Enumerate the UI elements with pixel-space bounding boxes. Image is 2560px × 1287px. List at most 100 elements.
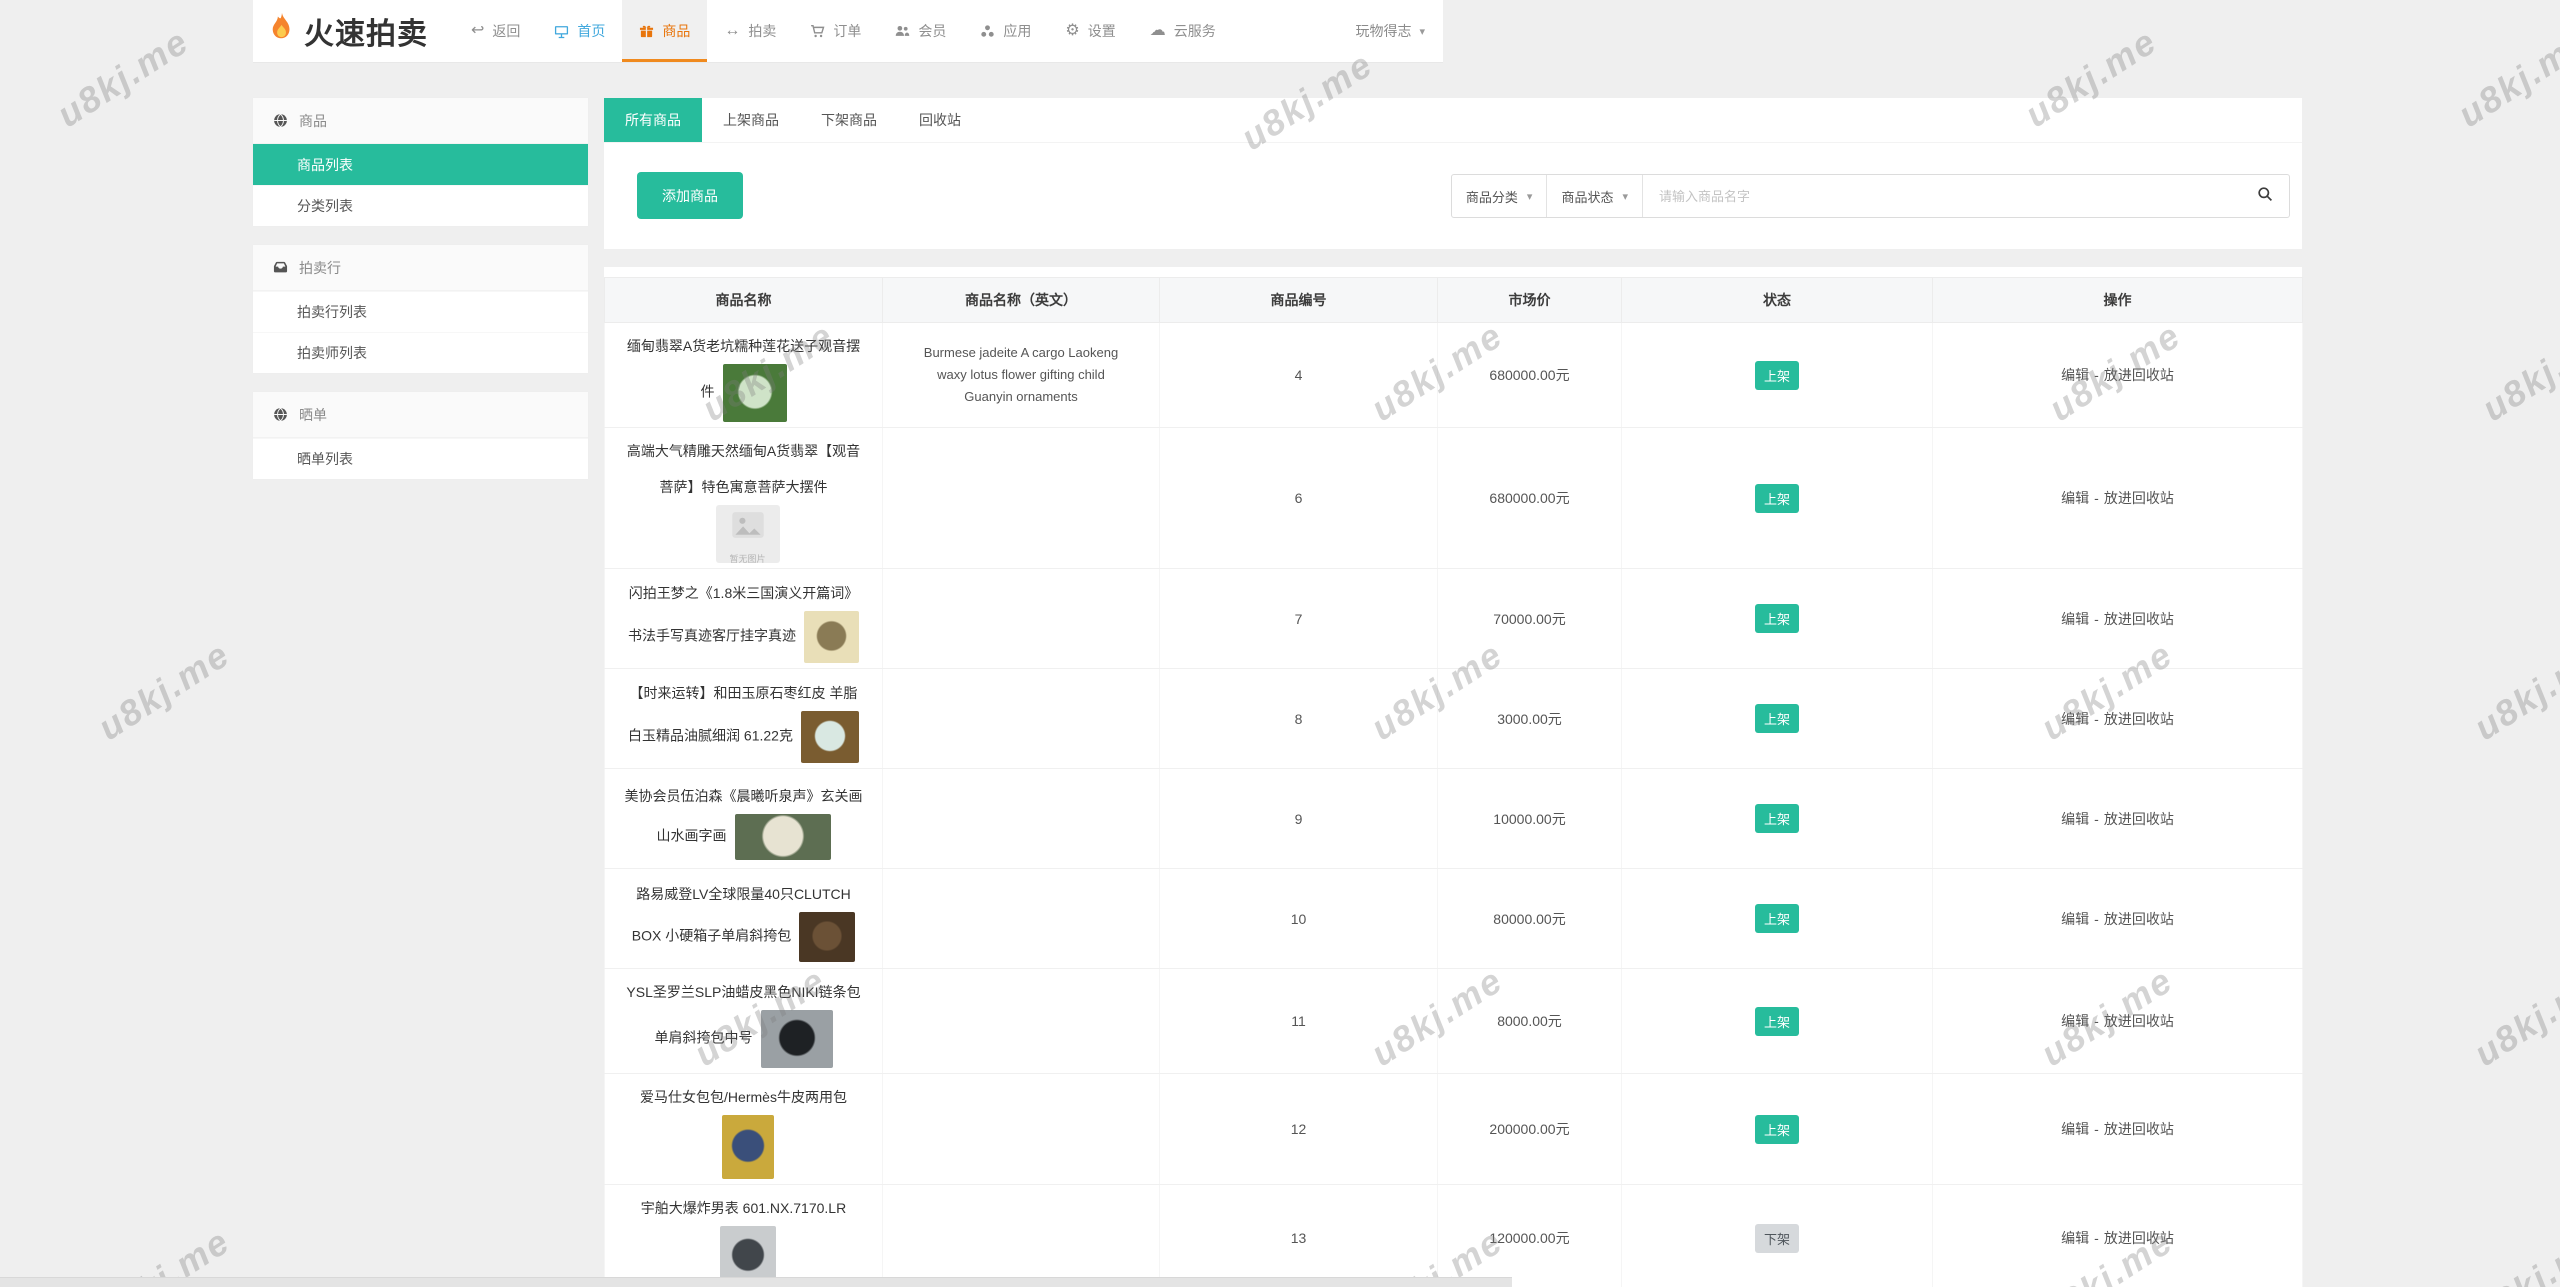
watermark-text: u8kj.me bbox=[90, 633, 238, 749]
product-image[interactable] bbox=[734, 813, 831, 860]
product-image[interactable] bbox=[804, 610, 859, 663]
edit-link[interactable]: 编辑 bbox=[2061, 490, 2089, 506]
tab-on-sale[interactable]: 上架商品 bbox=[702, 98, 800, 142]
market-price: 680000.00元 bbox=[1437, 427, 1622, 569]
edit-link[interactable]: 编辑 bbox=[2061, 611, 2089, 627]
row-actions: 编辑 - 放进回收站 bbox=[1932, 322, 2303, 428]
nav-item-orders[interactable]: 订单 bbox=[793, 0, 878, 62]
tab-all[interactable]: 所有商品 bbox=[604, 98, 702, 142]
table-row: 【时来运转】和田玉原石枣红皮 羊脂白玉精品油腻细润 61.22克 8 3000.00… bbox=[604, 668, 2303, 769]
search-input[interactable] bbox=[1643, 175, 2241, 217]
recycle-link[interactable]: 放进回收站 bbox=[2104, 1230, 2174, 1246]
filter-group: 商品分类 ▾ 商品状态 ▾ bbox=[1450, 174, 2290, 218]
sidebar-section-header: 拍卖行 bbox=[253, 245, 588, 291]
page: 火速拍卖 ↩ 返回 首页 商品 ↔ 拍卖 订单 会员 应用 ⚙ 设置 ☁ 云服务 玩物得志 ▾ 商品 商品… bbox=[0, 0, 2560, 1287]
edit-link[interactable]: 编辑 bbox=[2061, 1013, 2089, 1029]
product-sn: 10 bbox=[1159, 868, 1438, 969]
cloud-icon: ☁ bbox=[1149, 22, 1166, 39]
recycle-link[interactable]: 放进回收站 bbox=[2104, 811, 2174, 827]
sidebar-item-category-list[interactable]: 分类列表 bbox=[253, 185, 588, 226]
row-actions: 编辑 - 放进回收站 bbox=[1932, 768, 2303, 869]
browser-status-bar bbox=[0, 1277, 1512, 1287]
status-badge: 上架 bbox=[1754, 604, 1799, 633]
nav-item-members[interactable]: 会员 bbox=[878, 0, 963, 62]
recycle-link[interactable]: 放进回收站 bbox=[2104, 490, 2174, 506]
table-row: 路易威登LV全球限量40只CLUTCH BOX 小硬箱子单肩斜挎包 10 80000… bbox=[604, 868, 2303, 969]
watermark-text: u8kj.me bbox=[2466, 633, 2560, 749]
market-price: 80000.00元 bbox=[1437, 868, 1622, 969]
market-price: 200000.00元 bbox=[1437, 1073, 1622, 1185]
recycle-link[interactable]: 放进回收站 bbox=[2104, 1013, 2174, 1029]
nav-item-goods[interactable]: 商品 bbox=[622, 0, 708, 62]
product-sn: 8 bbox=[1159, 668, 1438, 769]
add-goods-button[interactable]: 添加商品 bbox=[637, 172, 743, 219]
product-image[interactable] bbox=[799, 911, 856, 962]
category-filter-dropdown[interactable]: 商品分类 ▾ bbox=[1452, 175, 1548, 217]
tab-recycle[interactable]: 回收站 bbox=[898, 98, 982, 142]
sidebar-item-goods-list[interactable]: 商品列表 bbox=[253, 144, 588, 185]
watermark-text: u8kj.me bbox=[49, 20, 197, 136]
column-header: 操作 bbox=[1932, 277, 2303, 323]
product-name-en: Burmese jadeite A cargo Laokeng waxy lot… bbox=[923, 345, 1119, 404]
edit-link[interactable]: 编辑 bbox=[2061, 1230, 2089, 1246]
status-filter-dropdown[interactable]: 商品状态 ▾ bbox=[1547, 175, 1643, 217]
search-icon bbox=[2257, 186, 2273, 207]
edit-link[interactable]: 编辑 bbox=[2061, 1121, 2089, 1137]
edit-link[interactable]: 编辑 bbox=[2061, 911, 2089, 927]
nav-item-auction[interactable]: ↔ 拍卖 bbox=[707, 0, 793, 62]
nav-item-cloud[interactable]: ☁ 云服务 bbox=[1133, 0, 1233, 62]
sidebar-section-header: 商品 bbox=[253, 98, 588, 144]
recycle-link[interactable]: 放进回收站 bbox=[2104, 711, 2174, 727]
market-price: 8000.00元 bbox=[1437, 968, 1622, 1074]
edit-link[interactable]: 编辑 bbox=[2061, 367, 2089, 383]
brand-logo[interactable]: 火速拍卖 bbox=[253, 0, 454, 62]
watermark-text: u8kj.me bbox=[2450, 20, 2560, 136]
nav-item-back[interactable]: ↩ 返回 bbox=[454, 0, 537, 62]
edit-link[interactable]: 编辑 bbox=[2061, 711, 2089, 727]
row-actions: 编辑 - 放进回收站 bbox=[1932, 868, 2303, 969]
column-header: 状态 bbox=[1621, 277, 1933, 323]
nav-item-settings[interactable]: ⚙ 设置 bbox=[1048, 0, 1132, 62]
reply-icon: ↩ bbox=[471, 22, 485, 39]
status-badge: 上架 bbox=[1754, 904, 1799, 933]
watermark-text: u8kj.me bbox=[2466, 1220, 2560, 1287]
row-actions: 编辑 - 放进回收站 bbox=[1932, 1073, 2303, 1185]
monitor-icon bbox=[554, 24, 569, 39]
row-actions: 编辑 - 放进回收站 bbox=[1932, 968, 2303, 1074]
column-header: 商品编号 bbox=[1159, 277, 1438, 323]
sidebar-item-auction-house-list[interactable]: 拍卖行列表 bbox=[253, 291, 588, 332]
arrows-h-icon: ↔ bbox=[724, 22, 741, 39]
status-badge: 上架 bbox=[1754, 804, 1799, 833]
search-button[interactable] bbox=[2241, 175, 2289, 217]
row-actions: 编辑 - 放进回收站 bbox=[1932, 427, 2303, 569]
main-nav: ↩ 返回 首页 商品 ↔ 拍卖 订单 会员 应用 ⚙ 设置 ☁ 云服务 bbox=[454, 0, 1233, 62]
product-image[interactable] bbox=[721, 1115, 774, 1179]
gift-icon bbox=[639, 24, 654, 39]
gear-icon: ⚙ bbox=[1065, 22, 1080, 39]
nav-item-apps[interactable]: 应用 bbox=[963, 0, 1048, 62]
product-image[interactable] bbox=[722, 364, 787, 422]
chevron-down-icon: ▾ bbox=[1526, 190, 1533, 203]
flame-icon bbox=[267, 12, 297, 51]
user-menu[interactable]: 玩物得志 ▾ bbox=[1337, 0, 1443, 62]
product-sn: 13 bbox=[1159, 1184, 1438, 1287]
tab-off-sale[interactable]: 下架商品 bbox=[800, 98, 898, 142]
goods-table-card: 商品名称 商品名称（英文） 商品编号 市场价 状态 操作 缅甸翡翠A货老坑糯种莲花送子观音… bbox=[604, 267, 2303, 1287]
nav-item-home[interactable]: 首页 bbox=[537, 0, 622, 62]
inbox-icon bbox=[273, 260, 288, 275]
globe-icon bbox=[273, 113, 288, 128]
sidebar-section-header: 晒单 bbox=[253, 392, 588, 438]
sidebar-section: 商品 商品列表 分类列表 bbox=[253, 98, 588, 226]
product-image[interactable] bbox=[760, 1010, 833, 1068]
sidebar-item-auctioneer-list[interactable]: 拍卖师列表 bbox=[253, 332, 588, 373]
recycle-link[interactable]: 放进回收站 bbox=[2104, 1121, 2174, 1137]
sidebar-item-share-order-list[interactable]: 晒单列表 bbox=[253, 438, 588, 479]
recycle-link[interactable]: 放进回收站 bbox=[2104, 911, 2174, 927]
product-image[interactable] bbox=[800, 710, 859, 763]
edit-link[interactable]: 编辑 bbox=[2061, 811, 2089, 827]
recycle-link[interactable]: 放进回收站 bbox=[2104, 367, 2174, 383]
market-price: 3000.00元 bbox=[1437, 668, 1622, 769]
status-badge: 上架 bbox=[1754, 483, 1799, 513]
recycle-link[interactable]: 放进回收站 bbox=[2104, 611, 2174, 627]
table-row: 美协会员伍泊森《晨曦听泉声》玄关画 山水画字画 9 10000.00元 上架 编辑 - 放进… bbox=[604, 768, 2303, 869]
